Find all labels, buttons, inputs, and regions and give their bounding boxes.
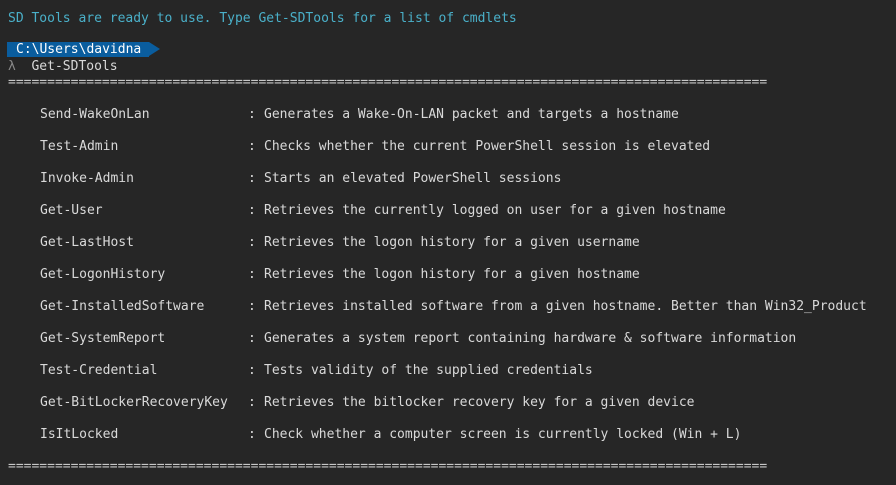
cmdlet-description: Retrieves installed software from a give… — [264, 299, 867, 314]
separator-top: ========================================… — [8, 75, 768, 90]
list-item: IsItLocked: Check whether a computer scre… — [40, 427, 741, 443]
colon-separator: : — [248, 139, 256, 154]
cmdlet-description: Retrieves the logon history for a given … — [264, 235, 640, 250]
colon-separator: : — [248, 363, 256, 378]
cmdlet-name: Get-InstalledSoftware — [40, 299, 205, 314]
cmdlet-description: Retrieves the currently logged on user f… — [264, 203, 726, 218]
cmdlet-name: Test-Credential — [40, 363, 158, 378]
list-item: Invoke-Admin: Starts an elevated PowerShe… — [40, 171, 561, 187]
list-item: Get-SystemReport: Generates a system repo… — [40, 331, 796, 347]
cmdlet-name: Get-BitLockerRecoveryKey — [40, 395, 228, 410]
cmdlet-description: Checks whether the current PowerShell se… — [264, 139, 711, 154]
list-item: Get-BitLockerRecoveryKey: Retrieves the b… — [40, 395, 694, 411]
list-item: Get-LastHost: Retrieves the logon history… — [40, 235, 640, 251]
command-line[interactable]: λ Get-SDTools — [8, 59, 118, 75]
cmdlet-name: Get-LastHost — [40, 235, 134, 250]
separator-bottom: ========================================… — [8, 459, 768, 474]
colon-separator: : — [248, 107, 256, 122]
cmdlet-description: Generates a system report containing har… — [264, 331, 797, 346]
colon-separator: : — [248, 427, 256, 442]
list-item: Send-WakeOnLan: Generates a Wake-On-LAN p… — [40, 107, 679, 123]
list-item: Test-Credential: Tests validity of the su… — [40, 363, 593, 379]
colon-separator: : — [248, 203, 256, 218]
colon-separator: : — [248, 235, 256, 250]
colon-separator: : — [248, 331, 256, 346]
cmdlet-name: IsItLocked — [40, 427, 119, 442]
cmdlet-description: Check whether a computer screen is curre… — [264, 427, 742, 442]
cmdlet-description: Tests validity of the supplied credentia… — [264, 363, 593, 378]
cmdlet-name: Get-User — [40, 203, 103, 218]
cmdlet-description: Generates a Wake-On-LAN packet and targe… — [264, 107, 679, 122]
colon-separator: : — [248, 267, 256, 282]
list-item: Get-User: Retrieves the currently logged … — [40, 203, 726, 219]
colon-separator: : — [248, 395, 256, 410]
prompt-path-segment: C:\Users\davidna — [7, 42, 150, 57]
list-item: Get-LogonHistory: Retrieves the logon his… — [40, 267, 640, 283]
lambda-prompt-icon: λ — [8, 59, 16, 74]
list-item: Get-InstalledSoftware: Retrieves installe… — [40, 299, 867, 315]
prompt-arrow-icon — [149, 42, 160, 56]
cmdlet-description: Starts an elevated PowerShell sessions — [264, 171, 562, 186]
list-item: Test-Admin: Checks whether the current Po… — [40, 139, 710, 155]
entered-command: Get-SDTools — [31, 59, 118, 74]
cmdlet-description: Retrieves the bitlocker recovery key for… — [264, 395, 695, 410]
colon-separator: : — [248, 171, 256, 186]
colon-separator: : — [248, 299, 256, 314]
cmdlet-description: Retrieves the logon history for a given … — [264, 267, 640, 282]
welcome-banner: SD Tools are ready to use. Type Get-SDTo… — [8, 11, 517, 26]
cmdlet-name: Invoke-Admin — [40, 171, 134, 186]
cmdlet-name: Get-LogonHistory — [40, 267, 166, 282]
cmdlet-name: Test-Admin — [40, 139, 119, 154]
cmdlet-name: Send-WakeOnLan — [40, 107, 150, 122]
cmdlet-name: Get-SystemReport — [40, 331, 166, 346]
